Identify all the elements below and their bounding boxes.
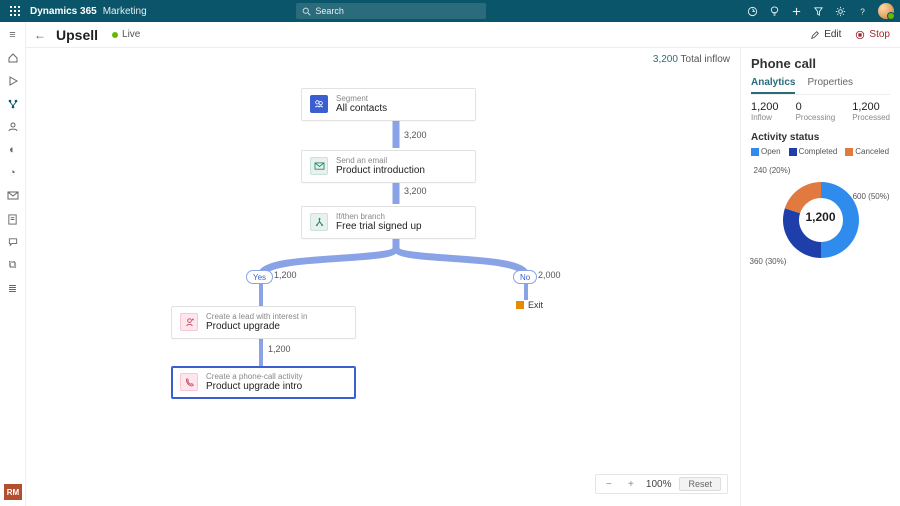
help-icon[interactable]: ? xyxy=(856,5,868,17)
avatar[interactable] xyxy=(878,3,894,19)
status-label: Live xyxy=(122,29,140,40)
edit-button[interactable]: Edit xyxy=(810,29,841,40)
branch-no-pill: No xyxy=(513,270,537,284)
header-actions: ? xyxy=(746,3,894,19)
global-header: Dynamics 365 Marketing Search ? xyxy=(0,0,900,22)
nav-home-icon[interactable] xyxy=(6,51,20,65)
edge-label: 3,200 xyxy=(404,186,427,196)
node-phone-call[interactable]: Create a phone-call activity Product upg… xyxy=(171,366,356,399)
phone-icon xyxy=(180,373,198,391)
legend-swatch-open xyxy=(751,148,759,156)
donut-center-value: 1,200 xyxy=(756,162,886,272)
zoom-value: 100% xyxy=(646,479,672,490)
svg-text:?: ? xyxy=(860,7,865,16)
edge-label: 3,200 xyxy=(404,130,427,140)
nav-journey-icon[interactable] xyxy=(6,97,20,111)
node-branch[interactable]: If/then branch Free trial signed up xyxy=(301,206,476,239)
nav-menu-icon[interactable]: ≡ xyxy=(6,28,20,42)
plus-icon[interactable] xyxy=(790,5,802,17)
app-name: Marketing xyxy=(103,6,147,17)
page-header: ← Upsell Live Edit Stop xyxy=(0,22,900,48)
panel-title: Phone call xyxy=(751,56,890,71)
branch-yes-pill: Yes xyxy=(246,270,273,284)
zoom-out-button[interactable]: − xyxy=(602,479,616,490)
persona-badge[interactable]: RM xyxy=(4,484,22,500)
lead-icon xyxy=(180,313,198,331)
search-icon xyxy=(302,7,311,16)
stat-processing: 0 Processing xyxy=(796,101,836,122)
email-icon xyxy=(310,157,328,175)
legend-swatch-canceled xyxy=(845,148,853,156)
branch-icon xyxy=(310,213,328,231)
side-panel: Phone call Analytics Properties 1,200 In… xyxy=(740,48,900,506)
activity-donut-chart: 1,200 600 (50%) 360 (30%) 240 (20%) xyxy=(756,162,886,272)
segment-icon xyxy=(310,95,328,113)
left-nav-rail: ≡ ◐ ◔ ⧉ ≣ xyxy=(0,22,26,506)
status-dot-icon xyxy=(112,32,118,38)
node-email[interactable]: Send an email Product introduction xyxy=(301,150,476,183)
node-lead[interactable]: Create a lead with interest in Product u… xyxy=(171,306,356,339)
zoom-controls: − + 100% Reset xyxy=(595,474,728,494)
donut-label-canceled: 240 (20%) xyxy=(754,166,791,175)
nav-chat-icon[interactable] xyxy=(6,235,20,249)
stat-inflow: 1,200 Inflow xyxy=(751,101,779,122)
search-placeholder: Search xyxy=(315,6,344,16)
activity-status-title: Activity status xyxy=(751,132,890,143)
panel-stats: 1,200 Inflow 0 Processing 1,200 Processe… xyxy=(751,101,890,122)
back-button[interactable]: ← xyxy=(34,28,46,42)
tab-properties[interactable]: Properties xyxy=(807,77,853,94)
nav-more-2-icon[interactable]: ≣ xyxy=(6,281,20,295)
tab-analytics[interactable]: Analytics xyxy=(751,77,795,94)
brand-name: Dynamics 365 xyxy=(30,6,97,17)
lightbulb-icon[interactable] xyxy=(768,5,780,17)
share-icon[interactable] xyxy=(746,5,758,17)
exit-marker: Exit xyxy=(516,300,543,310)
pencil-icon xyxy=(810,30,820,40)
no-count: 2,000 xyxy=(538,270,561,280)
donut-label-open: 600 (50%) xyxy=(853,192,890,201)
nav-play-icon[interactable] xyxy=(6,74,20,88)
filter-icon[interactable] xyxy=(812,5,824,17)
chart-legend: Open Completed Canceled xyxy=(751,147,890,156)
yes-count: 1,200 xyxy=(274,270,297,280)
nav-contacts-icon[interactable] xyxy=(6,120,20,134)
zoom-reset-button[interactable]: Reset xyxy=(679,477,721,491)
edge-label: 1,200 xyxy=(268,344,291,354)
nav-reports-icon[interactable]: ◔ xyxy=(6,166,20,180)
page-title: Upsell xyxy=(56,27,98,43)
nav-segments-icon[interactable]: ◐ xyxy=(6,143,20,157)
status-badge: Live xyxy=(112,29,140,40)
donut-label-completed: 360 (30%) xyxy=(750,257,787,266)
journey-canvas[interactable]: 3,200 Total inflow Segment xyxy=(26,48,740,506)
exit-icon xyxy=(516,301,524,309)
nav-email-icon[interactable] xyxy=(6,189,20,203)
zoom-in-button[interactable]: + xyxy=(624,479,638,490)
panel-tabs: Analytics Properties xyxy=(751,77,890,95)
app-launcher-icon[interactable] xyxy=(6,6,24,16)
stop-icon xyxy=(855,30,865,40)
nav-form-icon[interactable] xyxy=(6,212,20,226)
global-search[interactable]: Search xyxy=(296,3,486,19)
nav-more-1-icon[interactable]: ⧉ xyxy=(6,258,20,272)
legend-swatch-completed xyxy=(789,148,797,156)
gear-icon[interactable] xyxy=(834,5,846,17)
node-segment[interactable]: Segment All contacts xyxy=(301,88,476,121)
stop-button[interactable]: Stop xyxy=(855,29,890,40)
stat-processed: 1,200 Processed xyxy=(852,101,890,122)
